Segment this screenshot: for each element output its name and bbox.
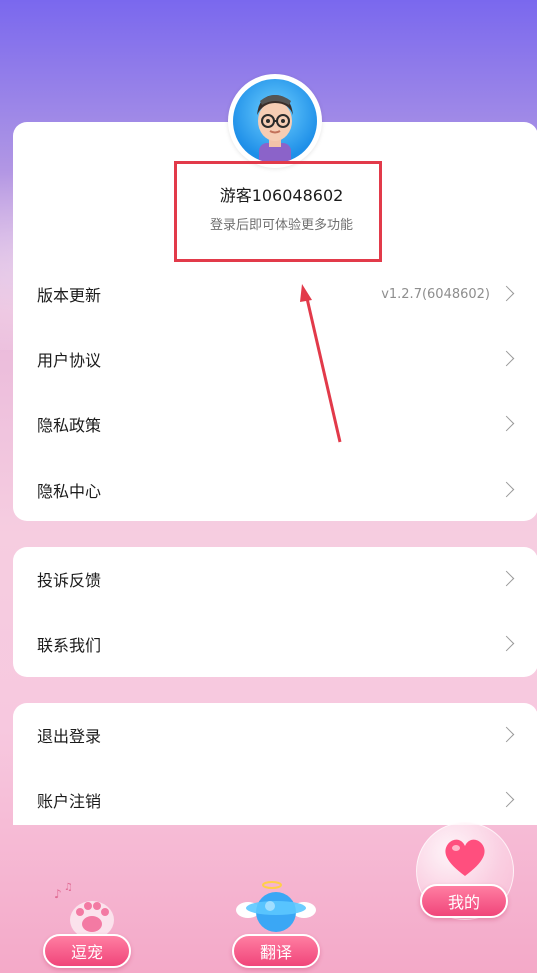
chevron-right-icon xyxy=(498,285,515,302)
chevron-right-icon xyxy=(498,481,515,498)
menu-item-label: 联系我们 xyxy=(37,636,102,655)
annotation-highlight-box xyxy=(174,161,382,262)
chevron-right-icon xyxy=(498,570,515,587)
tab-tease-pet[interactable]: 逗宠 xyxy=(43,934,131,968)
chevron-right-icon xyxy=(498,415,515,432)
menu-item-label: 投诉反馈 xyxy=(37,571,102,590)
menu-item-complaint-feedback[interactable]: 投诉反馈 xyxy=(13,549,537,609)
annotation-arrow xyxy=(300,284,342,443)
menu-item-delete-account[interactable]: 账户注销 xyxy=(13,770,537,830)
chevron-right-icon xyxy=(498,726,515,743)
tab-translate[interactable]: 翻译 xyxy=(232,934,320,968)
chevron-right-icon xyxy=(498,635,515,652)
menu-item-privacy-center[interactable]: 隐私中心 xyxy=(13,460,537,520)
menu-item-version-update[interactable]: 版本更新 v1.2.7(6048602) xyxy=(13,264,537,324)
menu-item-label: 用户协议 xyxy=(37,351,102,370)
version-value: v1.2.7(6048602) xyxy=(381,286,490,302)
avatar-icon xyxy=(233,79,317,163)
chevron-right-icon xyxy=(498,350,515,367)
menu-item-label: 隐私政策 xyxy=(37,416,102,435)
avatar[interactable] xyxy=(228,74,322,168)
tab-mine[interactable]: 我的 xyxy=(420,884,508,918)
menu-item-user-agreement[interactable]: 用户协议 xyxy=(13,329,537,389)
planet-icon xyxy=(236,881,316,932)
menu-item-privacy-policy[interactable]: 隐私政策 xyxy=(13,394,537,454)
paw-icon: ♪ ♫ xyxy=(54,882,114,939)
svg-text:♪: ♪ xyxy=(54,887,62,901)
menu-item-label: 隐私中心 xyxy=(37,482,102,501)
support-card: 投诉反馈 联系我们 xyxy=(13,547,537,677)
menu-item-label: 账户注销 xyxy=(37,792,102,811)
chevron-right-icon xyxy=(498,791,515,808)
menu-item-contact-us[interactable]: 联系我们 xyxy=(13,614,537,674)
menu-item-label: 退出登录 xyxy=(37,727,102,746)
account-card: 退出登录 账户注销 xyxy=(13,703,537,825)
heart-icon xyxy=(445,839,485,876)
menu-item-logout[interactable]: 退出登录 xyxy=(13,705,537,765)
svg-text:♫: ♫ xyxy=(64,882,73,893)
menu-item-label: 版本更新 xyxy=(37,286,102,305)
